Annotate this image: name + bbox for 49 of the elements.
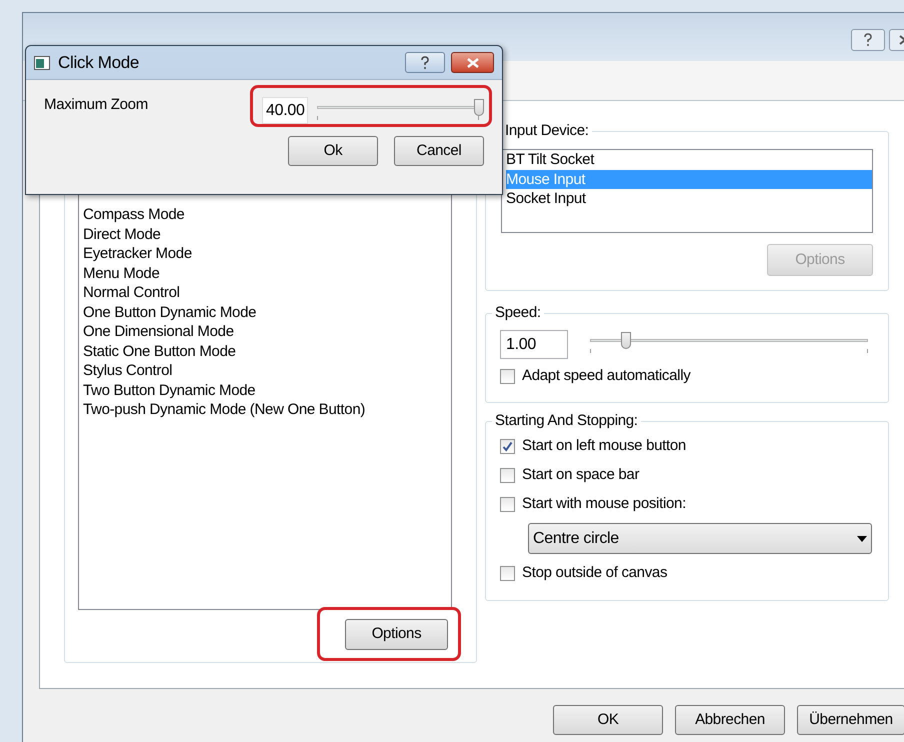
checkbox-label: Start on space bar: [522, 464, 640, 485]
list-item[interactable]: BT Tilt Socket: [506, 150, 872, 170]
list-item[interactable]: Direct Mode: [83, 224, 451, 244]
list-item[interactable]: Normal Control: [83, 283, 451, 302]
checkbox-label: Start with mouse position:: [522, 494, 686, 514]
help-button[interactable]: [851, 29, 885, 51]
button[interactable]: OK: [553, 705, 663, 735]
group-title: Input Device:: [502, 121, 592, 141]
speed-field[interactable]: 1.00: [500, 330, 568, 359]
dropdown-value: Centre circle: [533, 528, 619, 548]
group-title: Speed:: [492, 303, 544, 323]
help-button[interactable]: [405, 52, 445, 73]
button[interactable]: Cancel: [394, 136, 484, 166]
button[interactable]: Übernehmen: [797, 705, 904, 735]
help-icon: [863, 33, 873, 47]
dialog-title: Click Mode: [58, 52, 140, 74]
list-item[interactable]: Socket Input: [506, 189, 872, 208]
button[interactable]: Options: [345, 619, 448, 650]
checkbox-label: Adapt speed automatically: [522, 366, 690, 386]
checkbox[interactable]: [500, 468, 515, 482]
list-item[interactable]: One Dimensional Mode: [83, 322, 451, 342]
checkmark-icon: [502, 440, 513, 452]
list-item[interactable]: Static One Button Mode: [83, 342, 451, 361]
checkbox[interactable]: [500, 438, 515, 454]
position-dropdown[interactable]: Centre circle: [528, 523, 872, 554]
group-title: Starting And Stopping:: [492, 411, 641, 431]
help-icon: [420, 56, 430, 70]
list-item[interactable]: Compass Mode: [83, 205, 451, 224]
list-item[interactable]: Eyetracker Mode: [83, 244, 451, 264]
button[interactable]: Ok: [288, 136, 378, 166]
button[interactable]: Abbrechen: [675, 705, 785, 735]
slider-thumb[interactable]: [474, 99, 484, 116]
slider-thumb[interactable]: [621, 332, 632, 349]
list-item[interactable]: Menu Mode: [83, 264, 451, 283]
close-icon: [466, 58, 478, 68]
list-item[interactable]: Stylus Control: [83, 361, 451, 380]
checkbox-label: Stop outside of canvas: [522, 562, 668, 583]
checkbox-label: Start on left mouse button: [522, 436, 686, 456]
list-item[interactable]: Two-push Dynamic Mode (New One Button): [83, 400, 451, 420]
checkbox[interactable]: [500, 368, 515, 384]
close-button[interactable]: [451, 52, 494, 73]
caret-icon: [857, 536, 867, 542]
field-label: Maximum Zoom: [44, 95, 149, 115]
list-item[interactable]: Two Button Dynamic Mode: [83, 380, 451, 400]
window-icon: [34, 56, 52, 70]
zoom-field[interactable]: 40.00: [262, 97, 308, 124]
checkbox[interactable]: [500, 496, 515, 512]
checkbox[interactable]: [500, 566, 515, 580]
list-item[interactable]: One Button Dynamic Mode: [83, 302, 451, 322]
